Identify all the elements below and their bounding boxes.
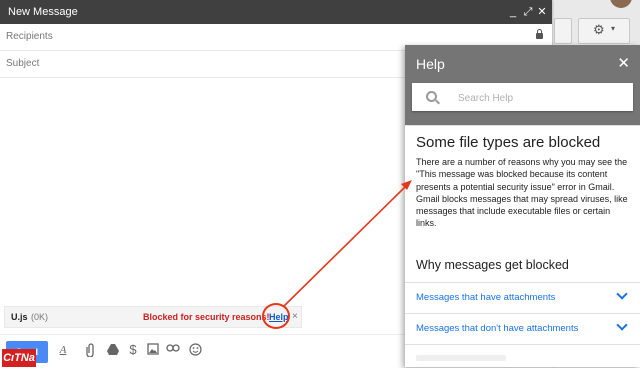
- help-search-input[interactable]: [456, 88, 630, 108]
- help-panel: Help ✕ Some file types are blocked There…: [405, 45, 640, 367]
- recipients-placeholder: Recipients: [6, 31, 53, 42]
- gear-icon: ⚙: [593, 22, 605, 37]
- attachment-size: (0K): [31, 312, 49, 322]
- formatting-icon[interactable]: A: [56, 343, 70, 357]
- close-icon[interactable]: ✕: [617, 54, 630, 72]
- remove-attachment-icon[interactable]: ×: [292, 307, 298, 327]
- drive-icon[interactable]: [106, 343, 120, 357]
- section-title: Why messages get blocked: [416, 258, 569, 272]
- article-title: Some file types are blocked: [416, 134, 601, 151]
- compose-title: New Message: [8, 6, 78, 18]
- photo-icon[interactable]: [146, 343, 160, 357]
- attachment-filename: U.js: [11, 312, 28, 322]
- chevron-down-icon: ▾: [611, 24, 616, 33]
- subject-placeholder: Subject: [6, 58, 40, 69]
- compose-header: New Message _ ⤢ ✕: [0, 0, 552, 24]
- help-search-box: [412, 83, 633, 111]
- accordion-item-with-attachments[interactable]: Messages that have attachments: [405, 282, 640, 313]
- search-icon: [426, 91, 437, 102]
- settings-button[interactable]: ⚙ ▾: [578, 18, 630, 44]
- chevron-down-icon: [616, 288, 628, 300]
- accordion-item-without-attachments[interactable]: Messages that don't have attachments: [405, 313, 640, 344]
- money-icon[interactable]: $: [126, 343, 140, 357]
- popout-icon[interactable]: ⤢: [521, 0, 535, 24]
- help-title: Help: [416, 56, 445, 72]
- divider: [405, 125, 640, 126]
- attach-icon[interactable]: [83, 343, 97, 358]
- lock-icon: [536, 29, 543, 39]
- watermark-logo: CıTNa: [2, 349, 36, 367]
- close-icon[interactable]: ✕: [535, 0, 549, 24]
- minimize-icon[interactable]: _: [506, 0, 520, 24]
- accordion-label: Messages that don't have attachments: [416, 323, 579, 334]
- accordion-item-faded: [405, 344, 640, 367]
- help-link[interactable]: Help: [269, 307, 289, 327]
- blocked-warning: Blocked for security reasons!: [143, 312, 270, 322]
- link-icon[interactable]: [166, 343, 180, 357]
- faded-text: [416, 355, 506, 361]
- article-body: There are a number of reasons why you ma…: [416, 157, 628, 229]
- help-header: Help ✕: [405, 45, 640, 125]
- next-page-button[interactable]: [554, 18, 572, 44]
- attachment-chip: U.js (0K) Blocked for security reasons! …: [4, 306, 302, 328]
- accordion-label: Messages that have attachments: [416, 292, 556, 303]
- emoji-icon[interactable]: [188, 343, 202, 357]
- chevron-down-icon: [616, 319, 628, 331]
